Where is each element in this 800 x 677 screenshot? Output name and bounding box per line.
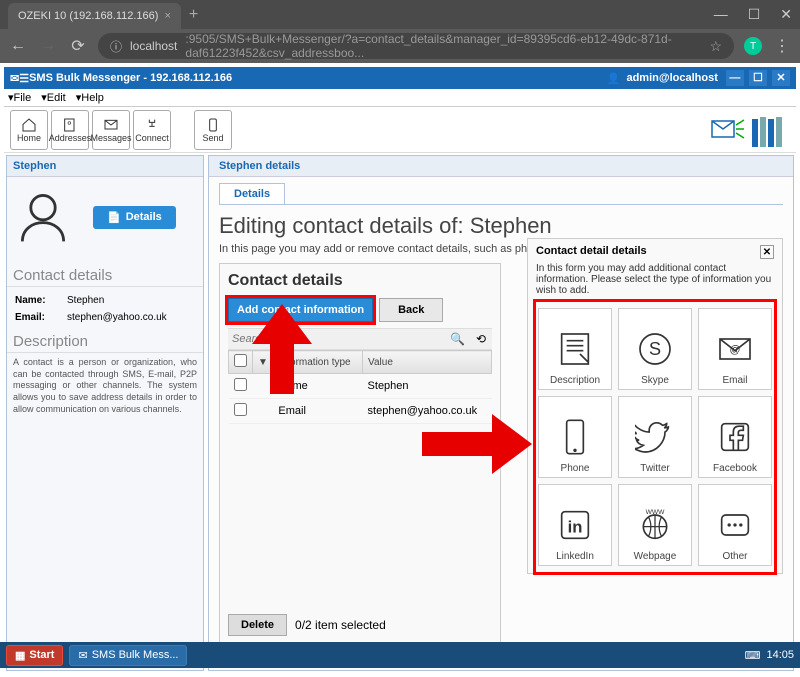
app-titlebar: ✉☰ SMS Bulk Messenger - 192.168.112.166 … xyxy=(4,67,796,89)
user-icon: 👤 xyxy=(607,72,621,85)
type-description[interactable]: Description xyxy=(538,308,612,390)
svg-text:@: @ xyxy=(730,344,741,356)
app-user: admin@localhost xyxy=(626,72,717,84)
browser-menu-icon[interactable]: ⋮ xyxy=(772,36,792,56)
menu-file[interactable]: ▾File xyxy=(8,91,31,104)
type-phone[interactable]: Phone xyxy=(538,396,612,478)
browser-tab[interactable]: OZEKI 10 (192.168.112.166) × xyxy=(8,3,181,29)
browser-toolbar: ← → ⟳ ⓘ localhost :9505/SMS+Bulk+Messeng… xyxy=(0,29,800,63)
row-checkbox[interactable] xyxy=(234,403,247,416)
search-icon[interactable]: 🔍 xyxy=(445,332,470,346)
home-button[interactable]: Home xyxy=(10,110,48,150)
maximize-icon[interactable]: ☐ xyxy=(748,6,761,23)
app-close-icon[interactable]: ✕ xyxy=(772,70,790,86)
contact-details-heading: Contact details xyxy=(7,265,203,287)
close-icon[interactable]: ✕ xyxy=(760,245,774,259)
back-icon[interactable]: ← xyxy=(8,37,28,55)
start-button[interactable]: ▦ Start xyxy=(6,645,63,666)
app-maximize-icon[interactable]: ☐ xyxy=(749,70,767,86)
type-twitter[interactable]: Twitter xyxy=(618,396,692,478)
type-linkedin[interactable]: inLinkedIn xyxy=(538,484,612,566)
taskbar-item[interactable]: ✉ SMS Bulk Mess... xyxy=(69,645,187,666)
svg-text:in: in xyxy=(568,518,583,537)
back-button[interactable]: Back xyxy=(379,298,443,322)
page-title: Editing contact details of: Stephen xyxy=(219,213,783,239)
main-panel: Stephen details Details Editing contact … xyxy=(208,155,794,671)
url-host: localhost xyxy=(130,39,177,53)
profile-avatar[interactable]: T xyxy=(744,37,762,55)
contact-detail-panel: Contact detail details ✕ In this form yo… xyxy=(527,238,783,574)
tab-details[interactable]: Details xyxy=(219,183,285,204)
window-controls: — ☐ ✕ xyxy=(714,6,792,23)
app-minimize-icon[interactable]: — xyxy=(726,70,744,86)
browser-tab-strip: OZEKI 10 (192.168.112.166) × + — ☐ ✕ xyxy=(0,0,800,29)
detail-panel-title: Contact detail details xyxy=(536,245,647,259)
selection-count: 0/2 item selected xyxy=(295,618,386,632)
info-icon: ⓘ xyxy=(110,38,122,55)
tab-title: OZEKI 10 (192.168.112.166) xyxy=(18,10,158,22)
addresses-button[interactable]: Addresses xyxy=(51,110,89,150)
type-facebook[interactable]: Facebook xyxy=(698,396,772,478)
avatar-icon xyxy=(13,187,73,247)
toolbar: Home Addresses Messages Connect Send xyxy=(4,107,796,153)
app-logo xyxy=(710,109,790,149)
menu-edit[interactable]: ▾Edit xyxy=(41,91,65,104)
delete-button[interactable]: Delete xyxy=(228,614,287,636)
url-input[interactable]: ⓘ localhost :9505/SMS+Bulk+Messenger/?a=… xyxy=(98,33,734,59)
type-email[interactable]: @Email xyxy=(698,308,772,390)
refresh-icon[interactable]: ⟲ xyxy=(470,332,492,346)
svg-text:WWW: WWW xyxy=(646,509,666,516)
close-window-icon[interactable]: ✕ xyxy=(780,6,792,23)
close-icon[interactable]: × xyxy=(164,10,170,22)
minimize-icon[interactable]: — xyxy=(714,6,728,23)
annotation-arrow-up xyxy=(252,304,312,394)
clock: 14:05 xyxy=(766,649,794,661)
contact-details-title: Contact details xyxy=(228,272,492,290)
type-skype[interactable]: SSkype xyxy=(618,308,692,390)
type-grid: Description SSkype @Email Phone Twitter … xyxy=(536,302,774,572)
new-tab-icon[interactable]: + xyxy=(189,6,198,24)
svg-text:S: S xyxy=(649,338,661,359)
contact-details-table: Name:Stephen Email:stephen@yahoo.co.uk xyxy=(7,291,203,327)
connect-button[interactable]: Connect xyxy=(133,110,171,150)
forward-icon[interactable]: → xyxy=(38,37,58,55)
taskbar: ▦ Start ✉ SMS Bulk Mess... ⌨ 14:05 xyxy=(0,642,800,668)
description-heading: Description xyxy=(7,331,203,353)
app-title: SMS Bulk Messenger - 192.168.112.166 xyxy=(29,72,232,84)
main-panel-header: Stephen details xyxy=(209,156,793,177)
type-webpage[interactable]: WWWWebpage xyxy=(618,484,692,566)
bookmark-icon[interactable]: ☆ xyxy=(709,38,722,55)
url-path: :9505/SMS+Bulk+Messenger/?a=contact_deta… xyxy=(185,32,701,60)
app-icon: ✉☰ xyxy=(10,72,29,85)
details-button[interactable]: 📄 Details xyxy=(93,206,176,229)
row-checkbox[interactable] xyxy=(234,378,247,391)
left-panel: Stephen 📄 Details Contact details Name:S… xyxy=(6,155,204,671)
tab-strip: Details xyxy=(219,183,783,205)
reload-icon[interactable]: ⟳ xyxy=(68,36,88,56)
menubar: ▾File ▾Edit ▾Help xyxy=(4,89,796,107)
detail-panel-desc: In this form you may add additional cont… xyxy=(536,263,774,296)
system-tray: ⌨ 14:05 xyxy=(745,649,794,662)
type-other[interactable]: Other xyxy=(698,484,772,566)
menu-help[interactable]: ▾Help xyxy=(76,91,104,104)
send-button[interactable]: Send xyxy=(194,110,232,150)
keyboard-icon[interactable]: ⌨ xyxy=(745,649,761,662)
description-text: A contact is a person or organization, w… xyxy=(7,353,203,419)
left-panel-header: Stephen xyxy=(7,156,203,177)
messages-button[interactable]: Messages xyxy=(92,110,130,150)
annotation-arrow-right xyxy=(422,414,532,474)
select-all-checkbox[interactable] xyxy=(234,354,247,367)
